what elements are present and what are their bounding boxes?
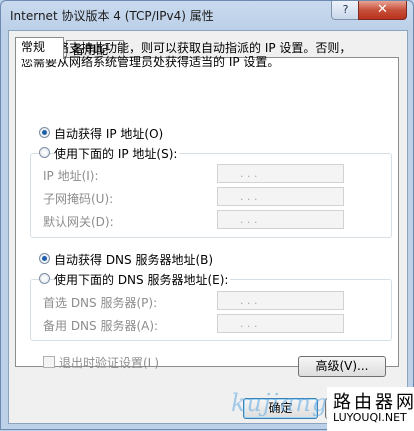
site-logo: 路由器网 LUYOUQI.NET — [327, 387, 414, 431]
ip-address-value: . . . — [240, 167, 258, 180]
ip-address-label: IP 地址(I): — [43, 169, 99, 183]
radio-manual-dns-label[interactable]: 使用下面的 DNS 服务器地址(E): — [54, 271, 231, 288]
title-bar[interactable]: Internet 协议版本 4 (TCP/IPv4) 属性 ? ✕ — [1, 1, 413, 29]
radio-auto-ip-label[interactable]: 自动获得 IP 地址(O) — [54, 125, 166, 142]
subnet-mask-value: . . . — [240, 190, 258, 203]
watermark-text: kujiang — [231, 389, 329, 417]
validate-on-exit-checkbox[interactable] — [43, 356, 55, 368]
default-gateway-label: 默认网关(D): — [43, 215, 114, 229]
radio-manual-dns[interactable] — [39, 273, 50, 284]
dialog-window: Internet 协议版本 4 (TCP/IPv4) 属性 ? ✕ 常规 备用配… — [0, 0, 414, 431]
radio-auto-dns-label[interactable]: 自动获得 DNS 服务器地址(B) — [54, 251, 216, 268]
help-button[interactable]: ? — [331, 1, 360, 20]
alternate-dns-value: . . . — [240, 317, 258, 330]
close-icon: ✕ — [377, 2, 388, 17]
radio-manual-ip-label[interactable]: 使用下面的 IP 地址(S): — [54, 145, 180, 162]
site-logo-en: LUYOUQI.NET — [333, 411, 407, 424]
radio-manual-ip[interactable] — [39, 147, 50, 158]
tab-general-label: 常规 — [21, 40, 46, 54]
ip-address-input[interactable]: . . . — [217, 164, 344, 183]
close-button[interactable]: ✕ — [358, 1, 407, 20]
default-gateway-value: . . . — [240, 213, 258, 226]
question-icon: ? — [342, 3, 349, 16]
window-title: Internet 协议版本 4 (TCP/IPv4) 属性 — [10, 9, 214, 23]
subnet-mask-input[interactable]: . . . — [217, 187, 344, 206]
alternate-dns-input[interactable]: . . . — [217, 314, 344, 333]
preferred-dns-value: . . . — [240, 294, 258, 307]
radio-auto-dns[interactable] — [39, 253, 50, 264]
advanced-button[interactable]: 高级(V)... — [298, 356, 386, 377]
advanced-button-label: 高级(V)... — [315, 359, 369, 373]
preferred-dns-input[interactable]: . . . — [217, 291, 344, 310]
radio-auto-ip[interactable] — [39, 127, 50, 138]
default-gateway-input[interactable]: . . . — [217, 210, 344, 229]
validate-on-exit-label[interactable]: 退出时验证设置(L) — [59, 354, 159, 371]
alternate-dns-label: 备用 DNS 服务器(A): — [43, 319, 159, 333]
preferred-dns-label: 首选 DNS 服务器(P): — [43, 296, 158, 310]
description-text: 如果网络支持此功能，则可以获取自动指派的 IP 设置。否则，您需要从网络系统管理… — [21, 41, 352, 69]
tab-general[interactable]: 常规 — [15, 37, 64, 59]
subnet-mask-label: 子网掩码(U): — [43, 192, 114, 206]
